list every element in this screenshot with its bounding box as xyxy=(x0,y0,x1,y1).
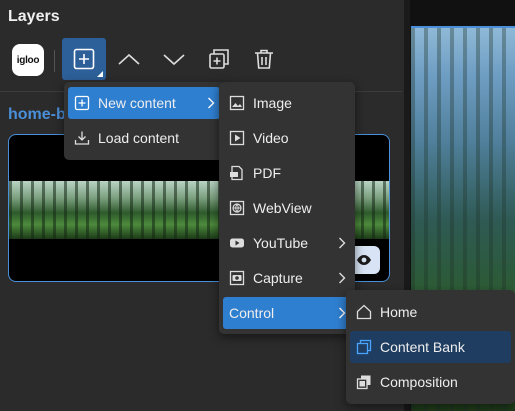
menu-item-label: PDF xyxy=(253,165,281,181)
menu-item-label: YouTube xyxy=(253,235,309,251)
menu-item-label: Image xyxy=(253,95,292,111)
menu-item-label: Load content xyxy=(98,130,179,146)
menu-item-load-content[interactable]: Load content xyxy=(68,122,220,154)
chevron-right-icon xyxy=(335,237,349,249)
duplicate-icon xyxy=(209,49,229,69)
menu-item-webview[interactable]: WebView xyxy=(223,192,351,224)
control-submenu: Home Content Bank Composition xyxy=(346,290,515,404)
move-down-button[interactable] xyxy=(155,38,193,80)
layer-name[interactable]: home-b xyxy=(8,106,66,124)
menu-item-label: Control xyxy=(229,305,275,321)
composition-icon xyxy=(354,372,374,392)
menu-item-video[interactable]: Video xyxy=(223,122,351,154)
menu-item-label: Video xyxy=(253,130,289,146)
menu-item-capture[interactable]: Capture xyxy=(223,262,351,294)
chevron-down-icon xyxy=(163,54,185,66)
chevron-right-icon xyxy=(204,97,218,109)
download-icon xyxy=(72,128,92,148)
new-content-submenu: Image Video PDF WebView YouTube Capture … xyxy=(219,82,355,334)
play-icon xyxy=(227,128,247,148)
menu-item-label: Composition xyxy=(380,374,458,390)
menu-item-pdf[interactable]: PDF xyxy=(223,157,351,189)
igloo-logo[interactable]: igloo xyxy=(12,44,44,76)
menu-item-label: Home xyxy=(380,304,418,320)
add-content-menu: New content Load content xyxy=(64,82,224,160)
menu-item-composition[interactable]: Composition xyxy=(350,366,511,398)
add-icon xyxy=(72,93,92,113)
youtube-icon xyxy=(227,233,247,253)
add-icon xyxy=(73,48,95,70)
menu-item-label: New content xyxy=(98,95,176,111)
globe-icon xyxy=(227,198,247,218)
menu-item-youtube[interactable]: YouTube xyxy=(223,227,351,259)
home-icon xyxy=(354,302,374,322)
menu-item-home[interactable]: Home xyxy=(350,296,511,328)
chevron-right-icon xyxy=(335,272,349,284)
move-up-button[interactable] xyxy=(110,38,148,80)
menu-item-control[interactable]: Control xyxy=(223,297,351,329)
eye-icon xyxy=(357,255,371,265)
trash-icon xyxy=(255,49,273,69)
capture-icon xyxy=(227,268,247,288)
image-icon xyxy=(227,93,247,113)
menu-item-content-bank[interactable]: Content Bank xyxy=(350,331,511,363)
pdf-icon xyxy=(227,163,247,183)
menu-item-label: Content Bank xyxy=(380,339,465,355)
content-bank-icon xyxy=(354,337,374,357)
panel-title: Layers xyxy=(8,8,60,25)
chevron-up-icon xyxy=(118,53,140,65)
add-content-button[interactable] xyxy=(62,38,106,80)
menu-item-new-content[interactable]: New content xyxy=(68,87,220,119)
menu-item-image[interactable]: Image xyxy=(223,87,351,119)
logo-text: igloo xyxy=(16,54,40,66)
menu-item-label: WebView xyxy=(253,200,312,216)
menu-item-label: Capture xyxy=(253,270,303,286)
delete-button[interactable] xyxy=(245,38,283,80)
duplicate-button[interactable] xyxy=(200,38,238,80)
toolbar-divider xyxy=(54,50,55,72)
